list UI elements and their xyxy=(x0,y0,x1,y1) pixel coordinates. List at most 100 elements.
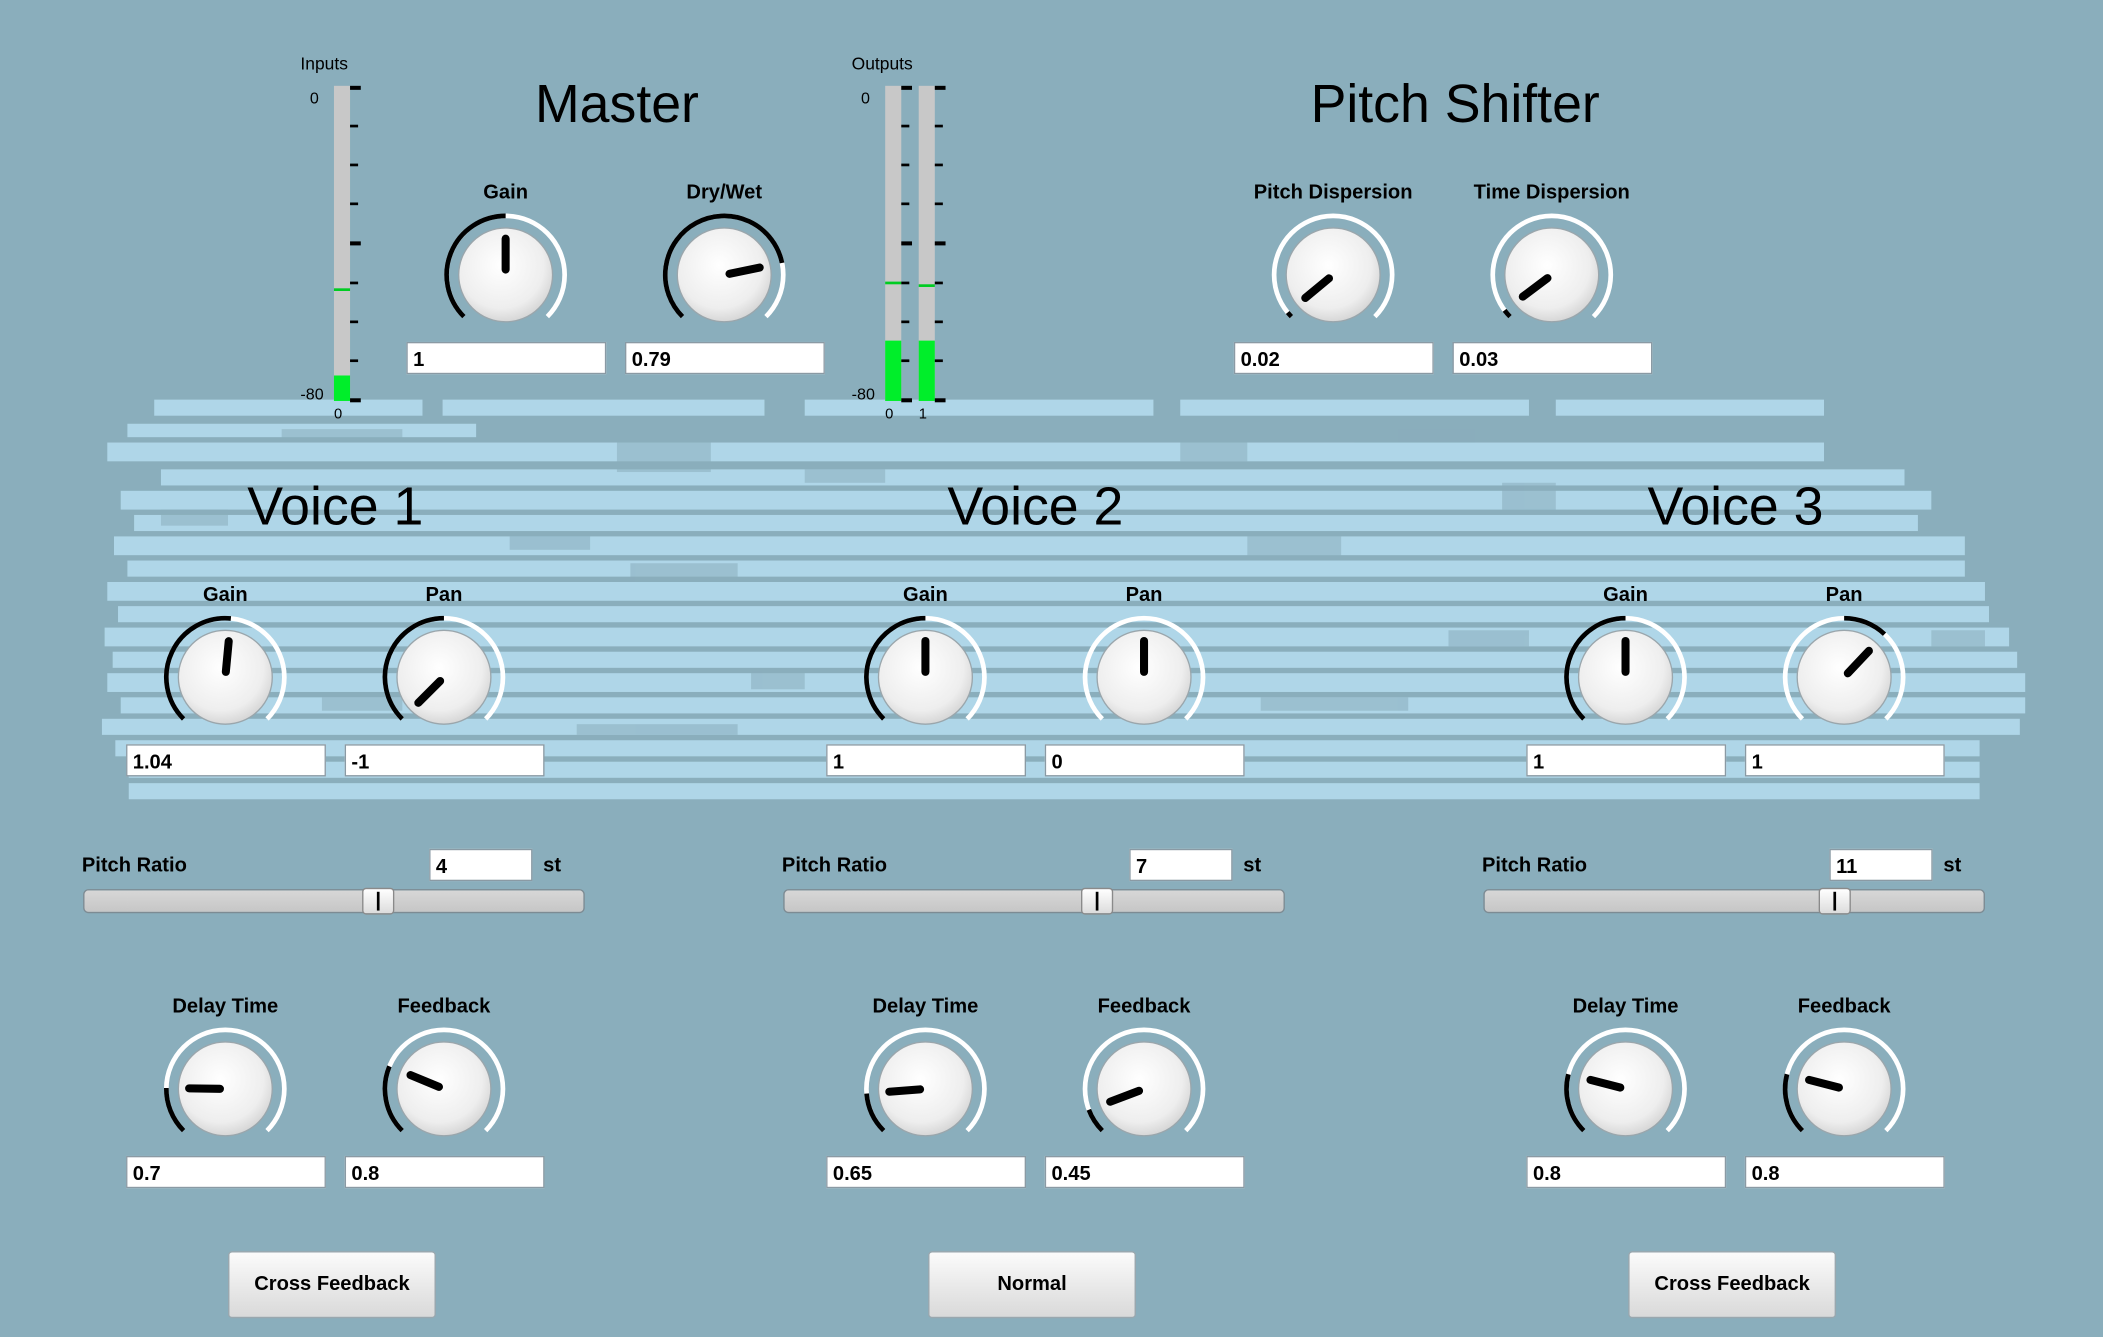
voice-1-delay-label: Delay Time xyxy=(172,995,279,1018)
voice-3-pitch-unit: st xyxy=(1943,854,1962,878)
voice-3-feedback-field[interactable] xyxy=(1744,1155,1945,1189)
voice-2-delay-field[interactable] xyxy=(826,1155,1027,1189)
input-scale-top: 0 xyxy=(309,88,319,108)
voice-2-mode-button[interactable]: Normal xyxy=(928,1251,1136,1319)
voice-1-gain-field[interactable] xyxy=(126,744,326,777)
voice-1-feedback-field[interactable] xyxy=(344,1155,545,1189)
voice-3-title: Voice 3 xyxy=(1647,477,1824,537)
input-channel-label: 0 xyxy=(333,406,343,423)
voice-3-gain-knob[interactable] xyxy=(1558,610,1692,744)
meter-tick xyxy=(350,202,359,206)
voice-1-delay-field[interactable] xyxy=(126,1155,326,1189)
voice-3-feedback-label: Feedback xyxy=(1797,995,1891,1018)
output-meter-left xyxy=(885,85,902,401)
meter-tick xyxy=(350,85,361,90)
voice-3-feedback-knob[interactable] xyxy=(1777,1022,1911,1156)
meter-tick xyxy=(901,124,910,128)
master-drywet-knob[interactable] xyxy=(657,208,791,342)
meter-tick xyxy=(934,280,943,284)
voice-3-gain-field[interactable] xyxy=(1526,744,1727,777)
meter-tick xyxy=(934,398,946,403)
pitch-dispersion-knob[interactable] xyxy=(1266,208,1400,342)
meter-fill xyxy=(885,341,902,401)
voice-3-delay-label: Delay Time xyxy=(1572,995,1679,1018)
voice-3-pan-field[interactable] xyxy=(1744,744,1945,777)
voice-1-delay-knob[interactable] xyxy=(158,1022,292,1156)
voice-1-pitch-slider[interactable] xyxy=(83,887,585,915)
voice-3-pitch-slider-thumb[interactable] xyxy=(1817,887,1851,915)
meter-tick xyxy=(901,163,910,167)
master-gain-knob[interactable] xyxy=(439,208,573,342)
voice-2-pan-field[interactable] xyxy=(1044,744,1245,777)
meter-tick xyxy=(934,358,943,362)
voice-3-mode-button[interactable]: Cross Feedback xyxy=(1628,1251,1837,1319)
time-dispersion-label: Time Dispersion xyxy=(1473,181,1630,204)
voice-1-mode-button[interactable]: Cross Feedback xyxy=(228,1251,436,1319)
plugin-panel: Inputs 0 -80 0 Outputs 0 -80 0 1 Master … xyxy=(0,0,2103,1337)
meter-fill xyxy=(333,375,351,401)
voice-1-gain-knob[interactable] xyxy=(158,610,292,744)
meter-tick xyxy=(901,202,910,206)
voice-2-delay-label: Delay Time xyxy=(872,995,979,1018)
output-meter-right xyxy=(918,85,935,401)
voice-1-pitch-label: Pitch Ratio xyxy=(81,854,187,878)
meter-tick xyxy=(901,280,910,284)
voice-1-pan-knob[interactable] xyxy=(377,610,511,744)
voice-2-feedback-field[interactable] xyxy=(1044,1155,1245,1189)
output-scale-bottom: -80 xyxy=(851,384,875,404)
meter-peak xyxy=(333,287,351,291)
voice-2-pitch-slider-thumb[interactable] xyxy=(1080,887,1113,915)
voice-3-pitch-field[interactable] xyxy=(1829,848,1933,882)
meter-tick xyxy=(934,124,943,128)
time-dispersion-field[interactable] xyxy=(1452,341,1653,375)
master-drywet-label: Dry/Wet xyxy=(686,181,763,204)
meter-tick xyxy=(901,358,910,362)
voice-2-pitch-slider[interactable] xyxy=(783,887,1285,915)
voice-2-pitch-label: Pitch Ratio xyxy=(781,854,887,878)
meter-tick xyxy=(934,85,946,90)
meter-tick xyxy=(934,163,943,167)
pitch-dispersion-label: Pitch Dispersion xyxy=(1253,181,1413,204)
meter-tick xyxy=(901,319,910,323)
voice-3-pan-knob[interactable] xyxy=(1777,610,1911,744)
voice-2-pitch-field[interactable] xyxy=(1129,848,1233,882)
meter-peak xyxy=(918,284,935,288)
voice-2-gain-label: Gain xyxy=(903,583,948,607)
meter-tick xyxy=(901,241,913,246)
voice-1-pitch-field[interactable] xyxy=(429,848,533,882)
meter-tick xyxy=(350,124,359,128)
voice-2-gain-field[interactable] xyxy=(826,744,1027,777)
voice-2-pan-knob[interactable] xyxy=(1077,610,1211,744)
master-gain-field[interactable] xyxy=(406,341,607,375)
pitch-dispersion-field[interactable] xyxy=(1233,341,1434,375)
meter-tick xyxy=(934,241,946,246)
meter-tick xyxy=(901,85,913,90)
output-channel-1-label: 1 xyxy=(918,406,927,423)
voice-2-title: Voice 2 xyxy=(947,477,1124,537)
voice-2-feedback-knob[interactable] xyxy=(1077,1022,1211,1156)
master-title: Master xyxy=(534,75,699,135)
voice-1-pan-field[interactable] xyxy=(344,744,545,777)
meter-tick xyxy=(350,398,361,403)
output-channel-0-label: 0 xyxy=(885,406,894,423)
master-drywet-field[interactable] xyxy=(624,341,825,375)
voice-3-pitch-slider[interactable] xyxy=(1483,887,1985,915)
voice-2-gain-knob[interactable] xyxy=(858,610,992,744)
voice-1-title: Voice 1 xyxy=(247,477,424,537)
output-scale-top: 0 xyxy=(861,88,871,108)
meter-tick xyxy=(350,319,359,323)
voice-3-pitch-label: Pitch Ratio xyxy=(1482,854,1588,878)
voice-3-delay-field[interactable] xyxy=(1526,1155,1727,1189)
voice-1-feedback-label: Feedback xyxy=(397,995,491,1018)
voice-1-pan-label: Pan xyxy=(425,583,463,607)
voice-1-pitch-slider-thumb[interactable] xyxy=(361,887,394,915)
voice-2-delay-knob[interactable] xyxy=(858,1022,992,1156)
voice-1-pitch-unit: st xyxy=(543,854,562,878)
inputs-label: Inputs xyxy=(300,53,348,74)
pitch-shifter-title: Pitch Shifter xyxy=(1310,75,1600,135)
time-dispersion-knob[interactable] xyxy=(1485,208,1619,342)
voice-3-delay-knob[interactable] xyxy=(1558,1022,1692,1156)
voice-1-feedback-knob[interactable] xyxy=(377,1022,511,1156)
voice-3-pan-label: Pan xyxy=(1825,583,1863,607)
meter-tick xyxy=(350,280,359,284)
